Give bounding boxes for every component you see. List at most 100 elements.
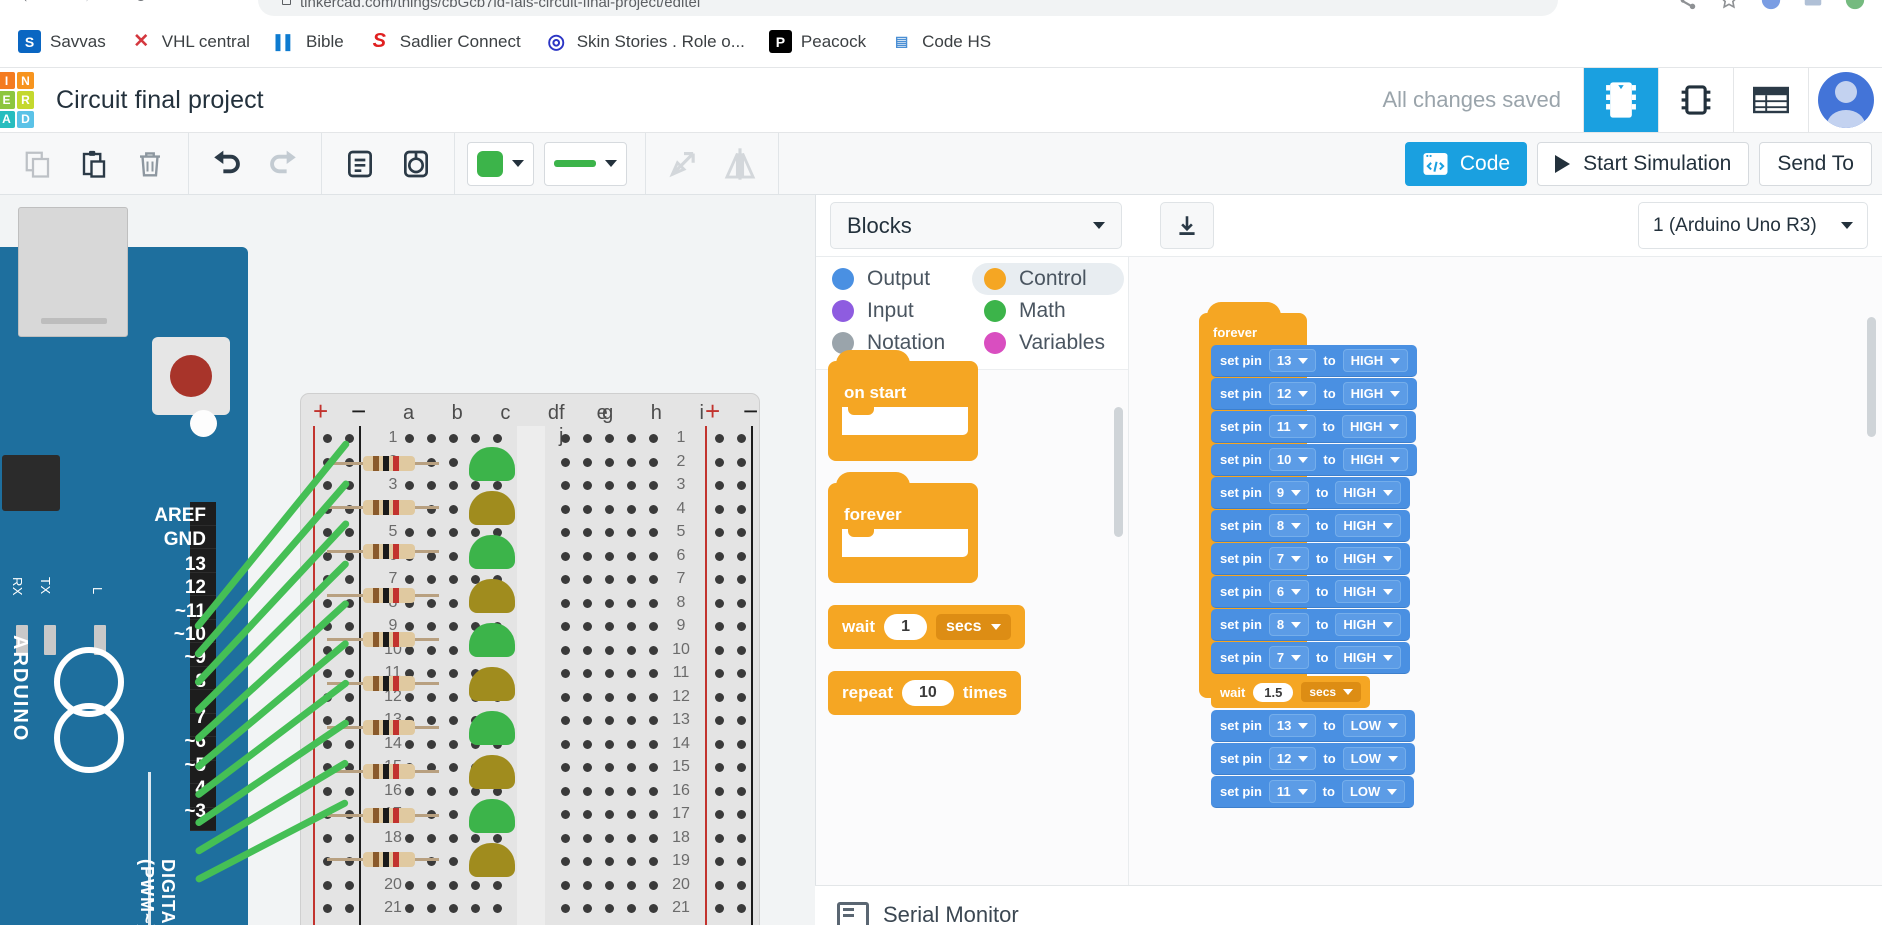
breadboard-hole[interactable] bbox=[715, 504, 724, 514]
pin-number-dropdown[interactable]: 7 bbox=[1268, 547, 1310, 570]
wait-unit-dropdown[interactable]: secs bbox=[1301, 682, 1362, 702]
breadboard-hole[interactable] bbox=[561, 786, 570, 796]
wait-unit-dropdown[interactable]: secs bbox=[935, 614, 1011, 640]
breadboard-hole[interactable] bbox=[405, 880, 414, 890]
bookmark-vhl-central[interactable]: ✕ VHL central bbox=[120, 24, 260, 59]
components-view-button[interactable] bbox=[1583, 68, 1658, 132]
breadboard-hole[interactable] bbox=[649, 551, 658, 561]
breadboard-hole[interactable] bbox=[471, 434, 480, 443]
breadboard-hole[interactable] bbox=[605, 528, 614, 537]
breadboard-hole[interactable] bbox=[605, 575, 614, 584]
pin-number-dropdown[interactable]: 13 bbox=[1268, 349, 1317, 372]
breadboard-hole[interactable] bbox=[737, 504, 746, 514]
set-pin-block[interactable]: set pin 12 to LOW bbox=[1211, 743, 1415, 775]
user-avatar[interactable] bbox=[1808, 68, 1882, 132]
pin-number-dropdown[interactable]: 10 bbox=[1268, 448, 1317, 471]
resistor[interactable] bbox=[363, 720, 415, 735]
breadboard-hole[interactable] bbox=[649, 504, 658, 514]
breadboard-hole[interactable] bbox=[345, 880, 354, 890]
breadboard-hole[interactable] bbox=[449, 904, 458, 913]
url-text[interactable]: tinkercad.com/things/cbGcb7id-fals-circu… bbox=[300, 0, 700, 11]
arduino-uno-board[interactable]: RX TX L ARDUINO DIGITAL (PWM~) AREF GND … bbox=[0, 207, 248, 925]
breadboard-hole[interactable] bbox=[345, 528, 354, 537]
breadboard-hole[interactable] bbox=[649, 457, 658, 467]
bookmark-skin-stories[interactable]: ◎ Skin Stories . Role o... bbox=[535, 24, 755, 59]
breadboard-hole[interactable] bbox=[627, 669, 636, 678]
breadboard-hole[interactable] bbox=[605, 434, 614, 443]
breadboard-hole[interactable] bbox=[449, 669, 458, 678]
breadboard-hole[interactable] bbox=[627, 904, 636, 913]
breadboard-hole[interactable] bbox=[561, 551, 570, 561]
breadboard-hole[interactable] bbox=[427, 880, 436, 890]
wait-value[interactable]: 1.5 bbox=[1253, 682, 1294, 702]
breadboard-hole[interactable] bbox=[737, 645, 746, 655]
breadboard-hole[interactable] bbox=[493, 481, 502, 490]
breadboard-hole[interactable] bbox=[715, 739, 724, 749]
breadboard-hole[interactable] bbox=[583, 786, 592, 796]
breadboard-hole[interactable] bbox=[405, 622, 414, 631]
breadboard-hole[interactable] bbox=[561, 810, 570, 819]
workspace-vscrollbar[interactable] bbox=[1867, 317, 1876, 437]
breadboard-hole[interactable] bbox=[561, 481, 570, 490]
pin-state-dropdown[interactable]: HIGH bbox=[1335, 613, 1401, 636]
block-stack[interactable]: set pin 13 to HIGH set pin 12 to HIGH set pin 11 t… bbox=[1211, 345, 1418, 809]
breadboard-hole[interactable] bbox=[449, 622, 458, 631]
rotate-button[interactable] bbox=[658, 141, 710, 187]
breadboard-hole[interactable] bbox=[323, 904, 332, 913]
breadboard-hole[interactable] bbox=[605, 598, 614, 608]
pin-number-dropdown[interactable]: 13 bbox=[1268, 714, 1317, 737]
breadboard-hole[interactable] bbox=[737, 434, 746, 443]
breadboard-hole[interactable] bbox=[737, 810, 746, 819]
breadboard-hole[interactable] bbox=[627, 739, 636, 749]
breadboard-hole[interactable] bbox=[605, 880, 614, 890]
palette-block-repeat[interactable]: repeat 10 times bbox=[828, 671, 1022, 715]
breadboard-hole[interactable] bbox=[449, 528, 458, 537]
breadboard-hole[interactable] bbox=[583, 434, 592, 443]
breadboard-hole[interactable] bbox=[627, 786, 636, 796]
block-category-control[interactable]: Control bbox=[972, 263, 1124, 295]
breadboard-hole[interactable] bbox=[561, 880, 570, 890]
share-icon[interactable] bbox=[1676, 0, 1698, 11]
breadboard-hole[interactable] bbox=[561, 645, 570, 655]
breadboard-hole[interactable] bbox=[561, 669, 570, 678]
pin-number-dropdown[interactable]: 8 bbox=[1268, 613, 1310, 636]
breadboard-hole[interactable] bbox=[427, 645, 436, 655]
set-pin-block[interactable]: set pin 6 to HIGH bbox=[1211, 576, 1410, 608]
set-pin-block[interactable]: set pin 7 to HIGH bbox=[1211, 543, 1410, 575]
breadboard-hole[interactable] bbox=[449, 598, 458, 608]
breadboard-hole[interactable] bbox=[561, 434, 570, 443]
breadboard-hole[interactable] bbox=[493, 880, 502, 890]
resistor[interactable] bbox=[363, 676, 415, 691]
led[interactable] bbox=[469, 579, 515, 613]
led[interactable] bbox=[469, 711, 515, 745]
resistor[interactable] bbox=[363, 852, 415, 867]
breadboard-hole[interactable] bbox=[449, 833, 458, 843]
led[interactable] bbox=[469, 535, 515, 569]
breadboard-hole[interactable] bbox=[345, 833, 354, 843]
pin-state-dropdown[interactable]: HIGH bbox=[1342, 382, 1409, 405]
breadboard-hole[interactable] bbox=[715, 669, 724, 678]
pin-state-dropdown[interactable]: HIGH bbox=[1335, 481, 1401, 504]
breadboard-hole[interactable] bbox=[583, 551, 592, 561]
breadboard-hole[interactable] bbox=[583, 904, 592, 913]
breadboard-hole[interactable] bbox=[449, 692, 458, 702]
breadboard-hole[interactable] bbox=[471, 904, 480, 913]
browser-back-icon[interactable]: ← bbox=[20, 0, 38, 7]
breadboard-hole[interactable] bbox=[715, 880, 724, 890]
breadboard-hole[interactable] bbox=[627, 857, 636, 866]
resistor[interactable] bbox=[363, 544, 415, 559]
breadboard-hole[interactable] bbox=[471, 528, 480, 537]
wire-style-dropdown[interactable] bbox=[544, 141, 627, 186]
breadboard-hole[interactable] bbox=[427, 528, 436, 537]
code-button[interactable]: Code bbox=[1404, 141, 1528, 186]
breadboard-hole[interactable] bbox=[737, 763, 746, 772]
breadboard-hole[interactable] bbox=[715, 645, 724, 655]
breadboard-hole[interactable] bbox=[583, 598, 592, 608]
breadboard-hole[interactable] bbox=[715, 575, 724, 584]
breadboard-hole[interactable] bbox=[605, 504, 614, 514]
palette-scrollbar[interactable] bbox=[1114, 407, 1123, 537]
breadboard-hole[interactable] bbox=[715, 857, 724, 866]
breadboard-hole[interactable] bbox=[427, 904, 436, 913]
palette-block-wait[interactable]: wait 1 secs bbox=[828, 605, 1025, 649]
code-workspace[interactable]: forever set pin 13 to HIGH set pin 12 to HIGH se… bbox=[1129, 257, 1882, 925]
